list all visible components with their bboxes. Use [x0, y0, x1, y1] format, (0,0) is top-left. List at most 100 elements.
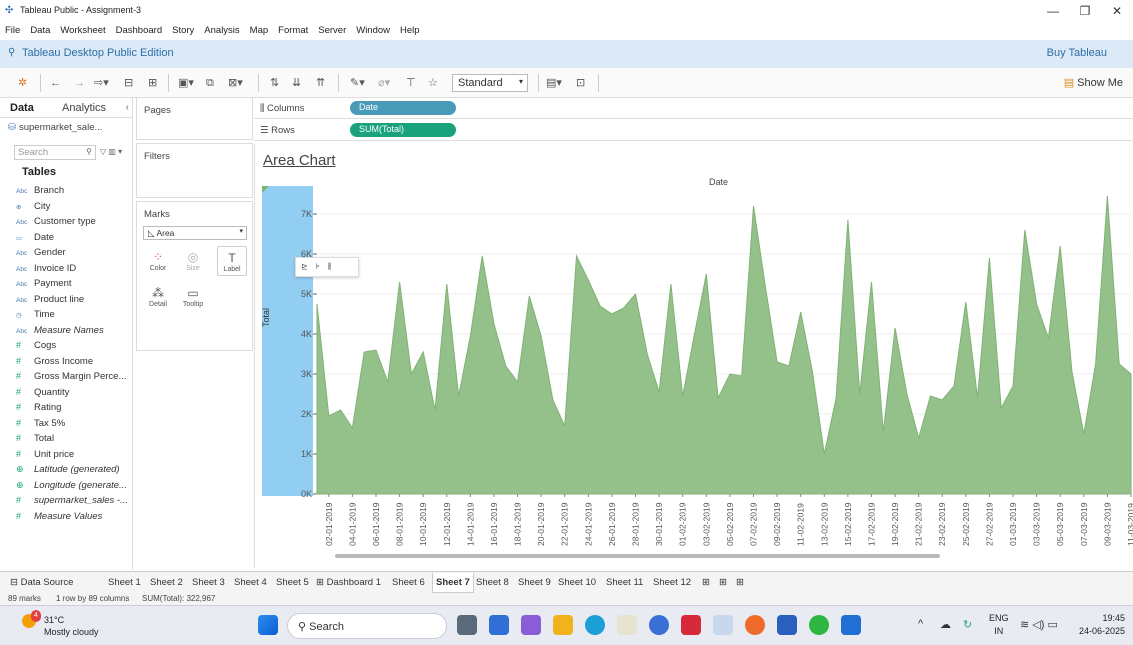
data-point[interactable] [468, 334, 472, 338]
back-icon[interactable]: ← [50, 76, 61, 90]
field-time[interactable]: ◷ Time [16, 309, 55, 324]
swap-axes-icon[interactable]: ⇅ [270, 76, 279, 90]
restore-button[interactable]: ❐ [1072, 2, 1098, 20]
tab-analytics[interactable]: Analytics [62, 102, 106, 114]
data-point[interactable] [1082, 432, 1086, 436]
data-point[interactable] [775, 360, 779, 364]
show-cards-icon[interactable]: ▤▾ [546, 76, 562, 90]
data-point[interactable] [516, 380, 520, 384]
data-point[interactable] [940, 398, 944, 402]
file-explorer-icon[interactable] [553, 615, 573, 635]
data-point[interactable] [327, 414, 331, 418]
data-point[interactable] [1011, 384, 1015, 388]
data-point[interactable] [1105, 194, 1109, 198]
data-point[interactable] [681, 394, 685, 398]
label-button[interactable]: T Label [217, 246, 247, 276]
data-point[interactable] [445, 282, 449, 286]
menu-map[interactable]: Map [245, 22, 273, 36]
group-icon[interactable]: ⌀▾ [378, 76, 390, 90]
fix-axes-icon[interactable]: ☆ [428, 76, 438, 90]
color-button[interactable]: ⁘ Color [143, 246, 173, 276]
data-point[interactable] [740, 374, 744, 378]
new-worksheet-icon[interactable]: ▣▾ [178, 76, 194, 90]
datasource-item[interactable]: ⛁ supermarket_sale... [8, 122, 102, 133]
data-point[interactable] [1046, 336, 1050, 340]
field-latitude-generated[interactable]: ⊕ Latitude (generated) [16, 464, 120, 479]
data-point[interactable] [527, 294, 531, 298]
field-longitude-generate[interactable]: ⊕ Longitude (generate... [16, 480, 127, 495]
app-icon[interactable] [521, 615, 541, 635]
detail-button[interactable]: ⁂ Detail [143, 282, 173, 312]
data-point[interactable] [433, 408, 437, 412]
sum-total-pill[interactable]: SUM(Total) [350, 123, 456, 137]
data-point[interactable] [657, 390, 661, 394]
sheet-tab-sheet-10[interactable]: Sheet 10 [558, 577, 596, 588]
data-point[interactable] [374, 348, 378, 352]
menu-help[interactable]: Help [395, 22, 425, 36]
data-point[interactable] [893, 326, 897, 330]
field-rating[interactable]: # Rating [16, 402, 61, 417]
field-supermarket-sales[interactable]: # supermarket_sales -... [16, 495, 128, 510]
columns-shelf[interactable]: ⫼ Columns Date [254, 98, 1133, 119]
data-point[interactable] [598, 304, 602, 308]
pages-card[interactable]: Pages [136, 98, 253, 140]
field-measure-names[interactable]: Abc Measure Names [16, 325, 104, 340]
field-date[interactable]: ▭ Date [16, 232, 54, 247]
data-point[interactable] [881, 430, 885, 434]
field-gross-margin-perce[interactable]: # Gross Margin Perce... [16, 371, 126, 386]
field-quantity[interactable]: # Quantity [16, 387, 69, 402]
task-view-icon[interactable] [457, 615, 477, 635]
tab-data-source[interactable]: ⊟ Data Source [10, 577, 73, 588]
filter-view-icons[interactable]: ▽ ▥ ▾ [100, 147, 122, 156]
redo-icon[interactable]: ⇨▾ [94, 76, 109, 90]
new-dashboard-tab-icon[interactable]: ⊞ [719, 577, 727, 588]
app-icon[interactable] [617, 615, 637, 635]
tray-icon[interactable]: ↻ [963, 618, 972, 631]
save-icon[interactable]: ⊟ [124, 76, 133, 90]
data-point[interactable] [634, 292, 638, 296]
data-point[interactable] [586, 278, 590, 282]
data-point[interactable] [716, 396, 720, 400]
sheet-tab-sheet-3[interactable]: Sheet 3 [192, 577, 225, 588]
data-point[interactable] [976, 396, 980, 400]
data-point[interactable] [917, 436, 921, 440]
whatsapp-icon[interactable] [809, 615, 829, 635]
data-point[interactable] [398, 280, 402, 284]
sort-ascending-icon[interactable]: ⇊ [292, 76, 301, 90]
data-point[interactable] [645, 352, 649, 356]
duplicate-sheet-icon[interactable]: ⧉ [206, 76, 214, 90]
data-point[interactable] [704, 272, 708, 276]
data-point[interactable] [858, 392, 862, 396]
language-indicator[interactable]: ENG IN [989, 612, 1009, 638]
field-city[interactable]: ⊕ City [16, 201, 50, 216]
collapse-icon[interactable]: ‹ [126, 102, 129, 113]
data-point[interactable] [987, 256, 991, 260]
data-point[interactable] [563, 424, 567, 428]
data-point[interactable] [610, 312, 614, 316]
menu-data[interactable]: Data [25, 22, 55, 36]
field-gross-income[interactable]: # Gross Income [16, 356, 93, 371]
tray-icon[interactable]: ☁ [940, 618, 951, 631]
data-point[interactable] [504, 364, 508, 368]
fit-mode-select[interactable]: Standard ▾ [452, 74, 528, 92]
menu-format[interactable]: Format [273, 22, 313, 36]
taskbar-search[interactable]: ⚲ Search [287, 613, 447, 639]
new-worksheet-tab-icon[interactable]: ⊞ [702, 577, 710, 588]
data-point[interactable] [787, 364, 791, 368]
sheet-tab-sheet-2[interactable]: Sheet 2 [150, 577, 183, 588]
show-me-button[interactable]: ▤ Show Me [1064, 76, 1123, 89]
field-total[interactable]: # Total [16, 433, 54, 448]
data-point[interactable] [822, 452, 826, 456]
field-unit-price[interactable]: # Unit price [16, 449, 74, 464]
tableau-taskbar-icon[interactable] [713, 615, 733, 635]
buy-tableau-link[interactable]: Buy Tableau [1047, 47, 1107, 59]
field-customer-type[interactable]: Abc Customer type [16, 216, 96, 231]
data-point[interactable] [339, 408, 343, 412]
clear-sheet-icon[interactable]: ⊠▾ [228, 76, 243, 90]
data-point[interactable] [386, 380, 390, 384]
viz-view[interactable]: Area Chart Date 0K 1K 2K 3K 4K 5K 6K 7K 02-01-20… [254, 144, 1133, 568]
sheet-tab-sheet-5[interactable]: Sheet 5 [276, 577, 309, 588]
menu-window[interactable]: Window [351, 22, 395, 36]
data-point[interactable] [492, 322, 496, 326]
chrome-icon[interactable] [745, 615, 765, 635]
